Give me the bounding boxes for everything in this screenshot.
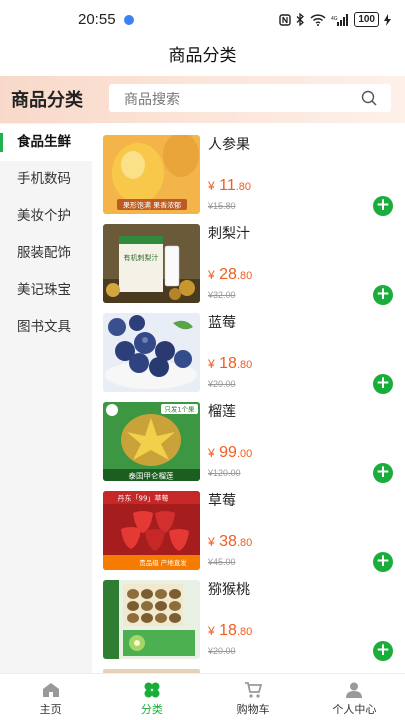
product-item[interactable]: 只发1个果 泰国甲仑榴莲 榴莲 ¥ 99.00 ¥120.00 +	[92, 390, 405, 483]
status-bar: 20:55 4G 100	[0, 0, 405, 40]
bottom-tab-bar: 主页 分类 购物车 个人中心	[0, 673, 405, 720]
svg-text:4G: 4G	[331, 16, 338, 22]
search-placeholder: 商品搜索	[124, 92, 180, 108]
sidebar-item-digital[interactable]: 手机数码	[0, 161, 92, 198]
product-item[interactable]: 果形饱满 果香浓郁 人参果 ¥ 11.80 ¥15.80 +	[92, 123, 405, 216]
svg-text:果形饱满 果香浓郁: 果形饱满 果香浓郁	[123, 201, 181, 210]
svg-text:丹东「99」草莓: 丹东「99」草莓	[118, 494, 169, 503]
notification-dot-icon	[124, 15, 134, 25]
product-image[interactable]	[103, 313, 200, 392]
user-icon	[346, 682, 363, 698]
product-price: ¥ 18.80	[208, 355, 253, 372]
original-price: ¥120.00	[208, 468, 241, 478]
product-image[interactable]: 有机刺梨汁	[103, 224, 200, 303]
tab-profile[interactable]: 个人中心	[304, 674, 405, 720]
tab-label: 个人中心	[332, 703, 377, 716]
nfc-icon	[279, 13, 292, 26]
sidebar-item-food[interactable]: 食品生鲜	[0, 124, 92, 161]
status-icons: 4G 100	[279, 12, 391, 27]
category-header: 商品分类 商品搜索	[0, 76, 405, 123]
clover-icon	[144, 682, 160, 698]
product-price: ¥ 11.80	[208, 177, 252, 194]
category-sidebar: 食品生鲜 手机数码 美妆个护 服装配饰 美记珠宝 图书文具	[0, 123, 92, 673]
product-image[interactable]: 果形饱满 果香浓郁	[103, 135, 200, 214]
product-name: 榴莲	[208, 404, 236, 420]
product-item[interactable]: 蓝莓 ¥ 18.80 ¥20.00 +	[92, 301, 405, 394]
sidebar-item-beauty[interactable]: 美妆个护	[0, 198, 92, 235]
product-price: ¥ 99.00	[208, 444, 253, 461]
product-name: 人参果	[208, 137, 250, 153]
wifi-icon	[310, 13, 326, 26]
product-list: 果形饱满 果香浓郁 人参果 ¥ 11.80 ¥15.80 + 有机刺梨汁 刺梨汁…	[92, 123, 405, 673]
product-name: 猕猴桃	[208, 582, 250, 598]
header-title: 商品分类	[11, 90, 83, 111]
tab-home[interactable]: 主页	[0, 674, 101, 720]
svg-text:贵品级 产地直发: 贵品级 产地直发	[139, 558, 187, 567]
original-price: ¥15.80	[208, 201, 236, 211]
add-to-cart-button[interactable]: +	[373, 641, 393, 661]
bluetooth-icon	[296, 13, 305, 26]
tab-label: 购物车	[236, 703, 270, 716]
product-item[interactable]: 有机刺梨汁 刺梨汁 ¥ 28.80 ¥32.00 +	[92, 212, 405, 305]
search-icon[interactable]	[361, 90, 377, 106]
tab-label: 主页	[39, 703, 62, 716]
page-title: 商品分类	[168, 46, 237, 66]
tab-category[interactable]: 分类	[101, 674, 202, 720]
original-price: ¥32.00	[208, 290, 236, 300]
product-item[interactable]: 猕猴桃 ¥ 18.80 ¥20.00 +	[92, 568, 405, 661]
tab-cart[interactable]: 购物车	[203, 674, 304, 720]
product-name: 蓝莓	[208, 315, 236, 331]
sidebar-item-clothing[interactable]: 服装配饰	[0, 235, 92, 272]
product-name: 刺梨汁	[208, 226, 250, 242]
original-price: ¥45.00	[208, 557, 236, 567]
home-icon	[42, 683, 59, 697]
product-price: ¥ 38.80	[208, 533, 253, 550]
svg-text:只发1个果: 只发1个果	[164, 405, 195, 414]
sidebar-item-jewelry[interactable]: 美记珠宝	[0, 272, 92, 309]
status-time: 20:55	[78, 11, 116, 28]
product-item[interactable]: 丹东「99」草莓 贵品级 产地直发 草莓 ¥ 38.80 ¥45.00 +	[92, 479, 405, 572]
product-image[interactable]: 只发1个果 泰国甲仑榴莲	[103, 402, 200, 481]
product-price: ¥ 18.80	[208, 622, 253, 639]
search-input[interactable]: 商品搜索	[109, 84, 391, 112]
product-price: ¥ 28.80	[208, 266, 253, 283]
sidebar-item-books[interactable]: 图书文具	[0, 309, 92, 346]
tab-label: 分类	[140, 703, 163, 716]
svg-text:有机刺梨汁: 有机刺梨汁	[124, 253, 159, 262]
original-price: ¥20.00	[208, 646, 236, 656]
product-name: 草莓	[208, 493, 236, 509]
signal-icon: 4G	[331, 13, 349, 26]
original-price: ¥20.00	[208, 379, 236, 389]
cart-icon	[245, 682, 263, 698]
charging-icon	[384, 13, 391, 26]
product-image[interactable]	[103, 580, 200, 659]
battery-indicator: 100	[354, 12, 379, 27]
product-image[interactable]: 丹东「99」草莓 贵品级 产地直发	[103, 491, 200, 570]
